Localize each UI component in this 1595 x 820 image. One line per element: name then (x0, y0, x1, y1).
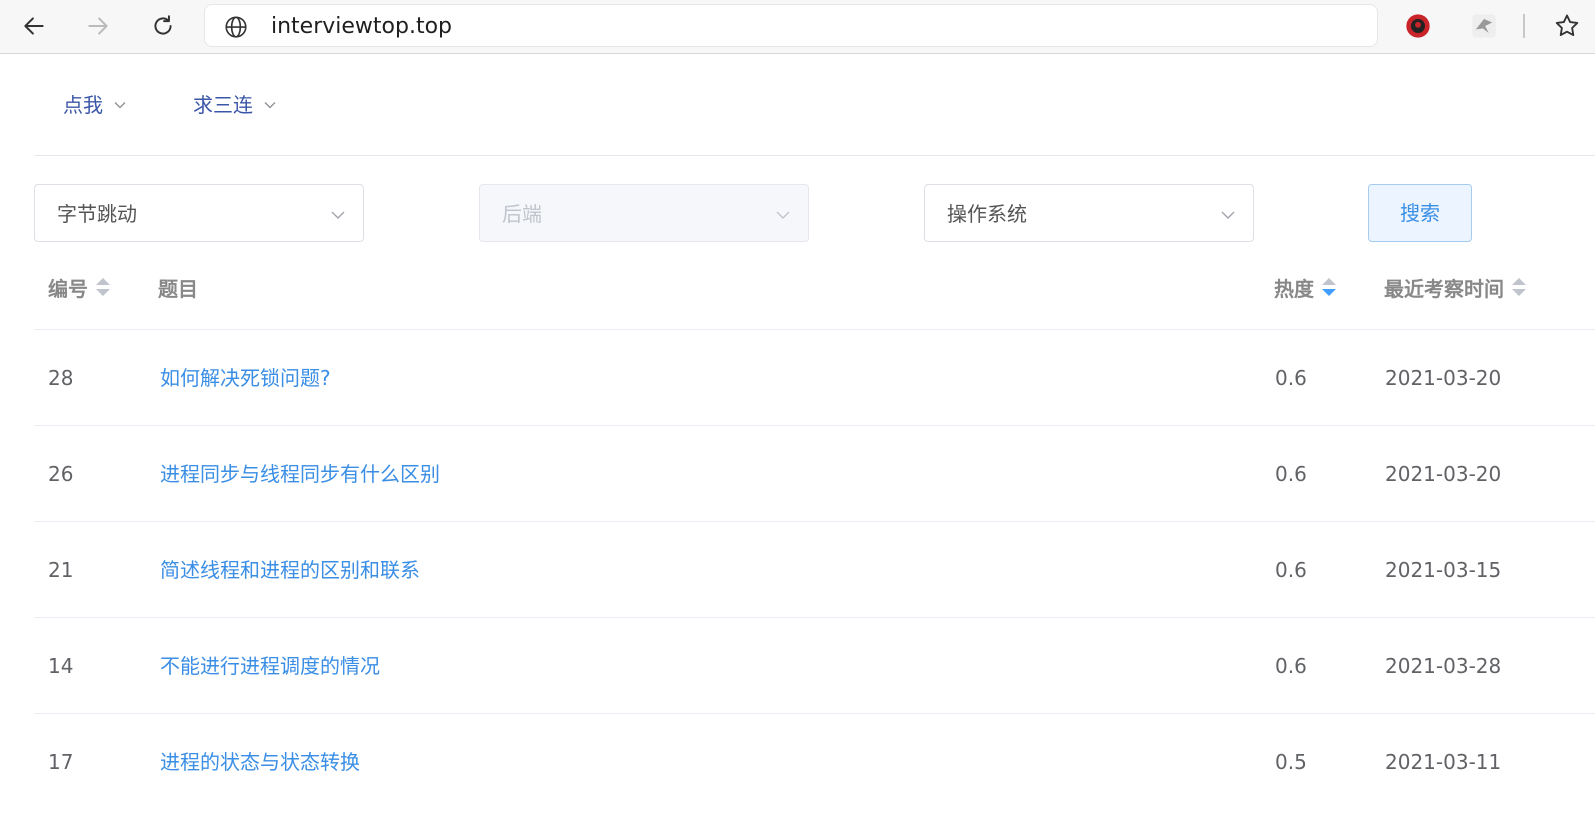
sort-icon[interactable] (1512, 277, 1526, 297)
extension-icon[interactable] (1404, 12, 1432, 40)
row-heat: 0.6 (1275, 366, 1307, 390)
question-link[interactable]: 简述线程和进程的区别和联系 (160, 522, 420, 618)
column-header-label: 题目 (158, 276, 198, 301)
row-heat: 0.6 (1275, 558, 1307, 582)
row-heat: 0.5 (1275, 750, 1307, 774)
row-date: 2021-03-20 (1385, 462, 1502, 486)
toolbar-divider (1523, 14, 1525, 38)
star-icon[interactable] (1553, 12, 1581, 40)
chevron-down-icon (264, 102, 276, 109)
globe-icon (225, 16, 247, 38)
menu-item-label: 点我 (63, 93, 103, 117)
chevron-down-icon (114, 102, 126, 109)
table-row: 21 简述线程和进程的区别和联系 0.6 2021-03-15 (34, 522, 1595, 618)
row-heat: 0.6 (1275, 462, 1307, 486)
question-link[interactable]: 如何解决死锁问题? (160, 330, 331, 426)
row-date: 2021-03-11 (1385, 750, 1502, 774)
question-link[interactable]: 进程同步与线程同步有什么区别 (160, 426, 440, 522)
question-link[interactable]: 不能进行进程调度的情况 (160, 618, 380, 714)
forward-button[interactable] (78, 6, 118, 46)
row-id: 17 (48, 750, 74, 774)
row-id: 14 (48, 654, 74, 678)
menu-item-label: 求三连 (193, 93, 253, 117)
role-select[interactable]: 后端 (479, 184, 809, 242)
arrow-left-icon (24, 17, 44, 35)
refresh-icon (154, 15, 172, 35)
table-row: 26 进程同步与线程同步有什么区别 0.6 2021-03-20 (34, 426, 1595, 522)
table-row: 17 进程的状态与状态转换 0.5 2021-03-11 (34, 714, 1595, 810)
menu-item-click-me[interactable]: 点我 (63, 55, 127, 155)
url-text: interviewtop.top (271, 14, 453, 39)
chevron-down-icon (331, 211, 345, 219)
role-select-value: 后端 (502, 202, 542, 226)
column-header-last-time[interactable]: 最近考察时间 (1384, 244, 1526, 330)
column-header-heat[interactable]: 热度 (1274, 244, 1336, 330)
menu-item-triple[interactable]: 求三连 (193, 55, 277, 155)
column-header-title: 题目 (158, 244, 198, 330)
company-select[interactable]: 字节跳动 (34, 184, 364, 242)
chevron-down-icon (776, 211, 790, 219)
row-id: 28 (48, 366, 74, 390)
column-header-label: 热度 (1274, 276, 1314, 301)
column-header-label: 最近考察时间 (1384, 276, 1504, 301)
row-date: 2021-03-15 (1385, 558, 1502, 582)
table-row: 14 不能进行进程调度的情况 0.6 2021-03-28 (34, 618, 1595, 714)
question-link[interactable]: 进程的状态与状态转换 (160, 714, 360, 810)
topic-select[interactable]: 操作系统 (924, 184, 1254, 242)
chevron-down-icon (1221, 211, 1235, 219)
table-row: 28 如何解决死锁问题? 0.6 2021-03-20 (34, 330, 1595, 426)
row-id: 21 (48, 558, 74, 582)
reload-button[interactable] (143, 6, 183, 46)
top-menu: 点我 求三连 (34, 55, 1595, 156)
row-id: 26 (48, 462, 74, 486)
column-header-label: 编号 (48, 276, 88, 301)
column-header-id[interactable]: 编号 (48, 244, 110, 330)
row-date: 2021-03-20 (1385, 366, 1502, 390)
row-date: 2021-03-28 (1385, 654, 1502, 678)
company-select-value: 字节跳动 (57, 202, 137, 226)
topic-select-value: 操作系统 (947, 202, 1027, 226)
search-button[interactable]: 搜索 (1368, 184, 1472, 242)
arrow-right-icon (88, 17, 108, 35)
back-button[interactable] (14, 6, 54, 46)
browser-toolbar: interviewtop.top (0, 0, 1595, 54)
sort-icon[interactable] (96, 277, 110, 297)
row-heat: 0.6 (1275, 654, 1307, 678)
address-bar[interactable]: interviewtop.top (204, 4, 1378, 47)
bird-extension-icon[interactable] (1470, 12, 1498, 40)
table-header: 编号 题目 热度 最近考察时间 (34, 244, 1595, 330)
sort-icon[interactable] (1322, 277, 1336, 297)
